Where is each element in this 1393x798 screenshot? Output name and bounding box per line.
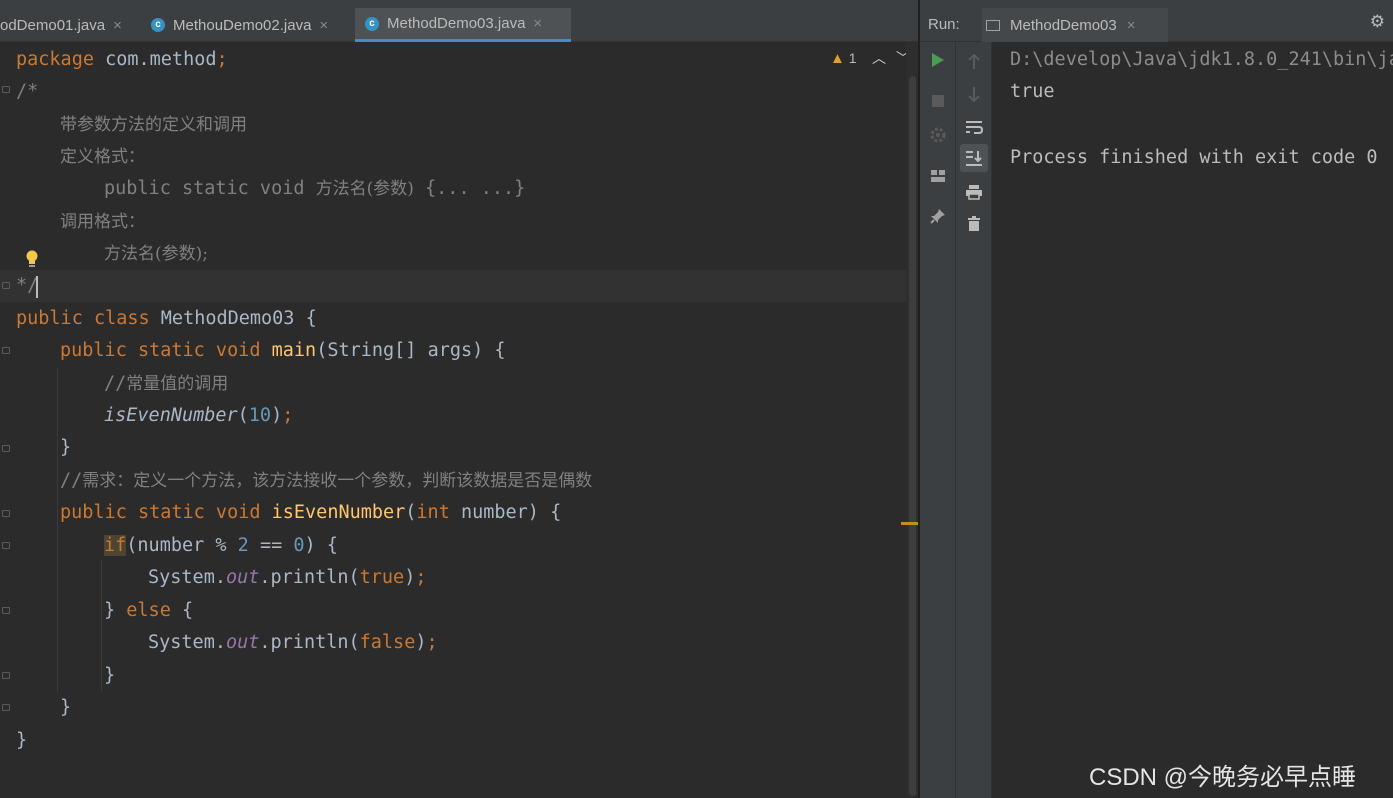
code-line: } <box>16 730 28 751</box>
run-toolbar-secondary <box>956 42 992 798</box>
code-line: //需求：定义一个方法，该方法接收一个参数，判断该数据是否是偶数 <box>60 470 593 491</box>
fold-marker[interactable] <box>2 542 10 549</box>
code-line: public static void 方法名(参数) {... ...} <box>104 178 526 199</box>
code-line: } <box>60 697 72 718</box>
code-line: if(number % 2 == 0) { <box>104 535 338 556</box>
code-editor[interactable]: package com.method; /* 带参数方法的定义和调用 定义格式：… <box>0 42 918 798</box>
run-panel-header: Run: MethodDemo03 × ⚙ <box>920 0 1393 42</box>
fold-marker[interactable] <box>2 282 10 289</box>
console-output[interactable]: D:\develop\Java\jdk1.8.0_241\bin\ja true… <box>992 42 1393 798</box>
lightbulb-icon[interactable] <box>25 249 39 271</box>
text-caret <box>36 276 38 298</box>
run-label: Run: <box>928 16 960 33</box>
code-line: public class MethodDemo03 { <box>16 308 317 329</box>
tab-label: MethodDemo03.java <box>387 15 526 32</box>
code-line: public static void isEvenNumber(int numb… <box>60 502 562 523</box>
indent-guide <box>57 368 58 692</box>
code-line: 调用格式： <box>60 212 145 232</box>
gear-icon[interactable]: ⚙ <box>1370 12 1385 32</box>
soft-wrap-icon[interactable] <box>960 113 988 141</box>
warning-icon: ▲ <box>830 50 845 67</box>
tab-label: MethouDemo02.java <box>173 16 312 34</box>
fold-gutter <box>0 42 14 798</box>
code-line: //常量值的调用 <box>104 373 229 394</box>
code-line: } <box>60 437 72 458</box>
code-line: } <box>104 665 116 686</box>
code-line: 带参数方法的定义和调用 <box>60 115 247 135</box>
tab-methou-demo-02[interactable]: c MethouDemo02.java × <box>141 8 354 42</box>
code-line: /* <box>16 81 39 102</box>
code-line: 定义格式： <box>60 147 145 167</box>
code-line: System.out.println(false); <box>148 632 438 653</box>
java-class-icon: c <box>365 16 379 31</box>
scrollbar-thumb[interactable] <box>909 76 916 796</box>
trash-icon[interactable] <box>960 210 988 238</box>
current-line-highlight <box>0 270 906 302</box>
console-exit-message: Process finished with exit code 0 <box>1010 147 1378 168</box>
rerun-icon[interactable] <box>924 46 952 74</box>
pin-icon[interactable] <box>924 202 952 230</box>
indent-guide <box>101 560 102 692</box>
fold-marker[interactable] <box>2 704 10 711</box>
code-line: */ <box>16 275 39 296</box>
csdn-watermark: CSDN @今晚务必早点睡 <box>1089 764 1357 791</box>
warning-count: 1 <box>848 50 857 66</box>
close-icon[interactable]: × <box>113 17 122 34</box>
close-icon[interactable]: × <box>1127 17 1136 34</box>
debug-settings-icon[interactable] <box>924 121 952 149</box>
java-class-icon: c <box>151 18 165 32</box>
fold-marker[interactable] <box>2 86 10 93</box>
chevron-up-icon[interactable]: ︿ <box>872 48 886 68</box>
run-tab-label: MethodDemo03 <box>1010 16 1117 34</box>
stop-icon[interactable] <box>924 87 952 115</box>
code-line: package com.method; <box>16 49 228 70</box>
run-toolbar-primary <box>920 42 956 798</box>
code-line: System.out.println(true); <box>148 567 427 588</box>
close-icon[interactable]: × <box>533 15 542 32</box>
editor-tab-bar: odDemo01.java × c MethouDemo02.java × c … <box>0 0 918 42</box>
tab-method-demo-03[interactable]: c MethodDemo03.java × <box>355 8 571 42</box>
code-line: public static void main(String[] args) { <box>60 340 506 361</box>
code-line: isEvenNumber(10); <box>104 405 294 426</box>
fold-marker[interactable] <box>2 607 10 614</box>
arrow-up-icon[interactable] <box>960 48 988 76</box>
layout-icon[interactable] <box>924 162 952 190</box>
close-icon[interactable]: × <box>319 17 328 34</box>
tab-label: odDemo01.java <box>0 16 106 34</box>
console-output-line: true <box>1010 81 1055 102</box>
fold-marker[interactable] <box>2 445 10 452</box>
warning-stripe-marker[interactable] <box>901 522 918 525</box>
code-line: } else { <box>104 600 194 621</box>
console-icon <box>986 19 1000 31</box>
fold-marker[interactable] <box>2 672 10 679</box>
console-command-line: D:\develop\Java\jdk1.8.0_241\bin\ja <box>1010 49 1393 70</box>
fold-marker[interactable] <box>2 347 10 354</box>
fold-marker[interactable] <box>2 510 10 517</box>
print-icon[interactable] <box>960 178 988 206</box>
run-tab-method-demo-03[interactable]: MethodDemo03 × <box>982 8 1168 42</box>
scroll-to-end-icon[interactable] <box>960 144 988 172</box>
arrow-down-icon[interactable] <box>960 80 988 108</box>
inspection-widget[interactable]: ▲ 1 <box>830 50 857 67</box>
tab-method-demo-01[interactable]: odDemo01.java × <box>0 8 139 42</box>
code-line: 方法名(参数); <box>104 244 208 264</box>
